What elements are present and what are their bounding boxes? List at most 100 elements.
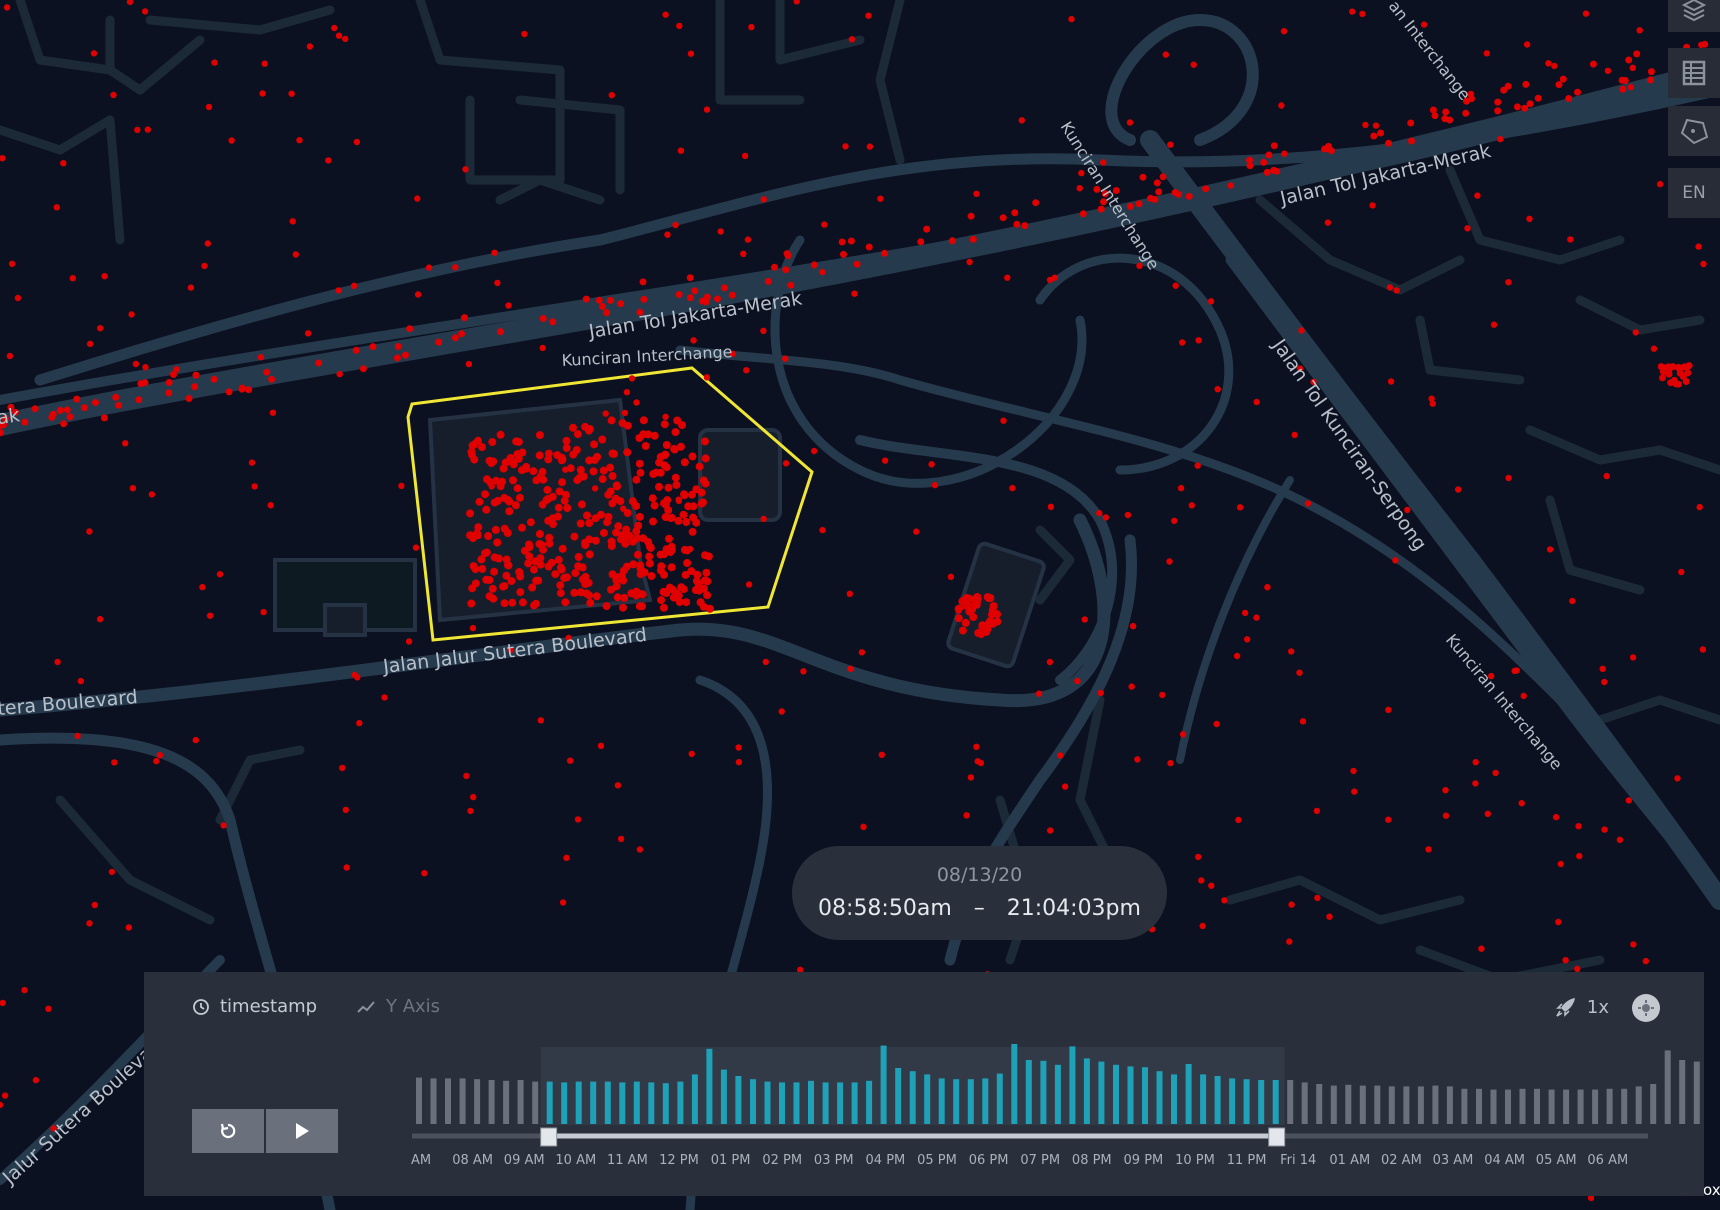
road-label-left-edge: ak <box>0 404 21 429</box>
time-tick-label: Fri 14 <box>1280 1153 1316 1168</box>
data-point <box>1372 122 1380 129</box>
data-point <box>1068 15 1075 23</box>
data-point <box>878 751 885 758</box>
data-point <box>865 243 873 251</box>
data-point <box>576 519 585 528</box>
data-point <box>1167 141 1174 148</box>
reset-playback-button[interactable] <box>192 1109 264 1153</box>
time-tick-label: 12 PM <box>659 1153 699 1168</box>
data-point <box>778 708 785 715</box>
data-point <box>331 24 338 32</box>
histogram-bar <box>1519 1088 1526 1124</box>
data-point <box>1159 691 1166 699</box>
data-point <box>1672 380 1680 388</box>
data-point <box>512 437 521 446</box>
data-point <box>1076 185 1083 192</box>
data-point <box>635 459 644 468</box>
histogram-bar <box>1505 1089 1511 1124</box>
polygon-draw-icon <box>1680 118 1709 145</box>
timeline-settings-button[interactable] <box>1632 994 1660 1022</box>
layers-button[interactable] <box>1668 0 1720 32</box>
histogram-bar <box>1621 1088 1628 1124</box>
data-point <box>1425 846 1432 853</box>
data-point <box>342 806 349 814</box>
data-point <box>589 467 598 476</box>
data-point <box>1000 417 1007 424</box>
data-point <box>539 475 548 484</box>
data-point <box>1179 731 1187 738</box>
data-point <box>350 282 358 289</box>
histogram-bar <box>648 1082 655 1124</box>
data-point <box>1264 584 1271 591</box>
y-axis-selector[interactable]: Y Axis <box>356 996 440 1017</box>
data-point <box>91 901 99 909</box>
data-point <box>31 405 39 413</box>
data-point <box>1633 50 1641 58</box>
data-point <box>1523 41 1531 48</box>
data-point <box>80 404 88 412</box>
data-point <box>1555 81 1563 89</box>
data-point <box>500 582 509 591</box>
data-point <box>518 598 527 607</box>
data-point <box>620 593 629 602</box>
data-point <box>412 544 420 551</box>
data-point <box>1700 260 1707 268</box>
data-point <box>967 774 975 781</box>
histogram-bar <box>1650 1084 1657 1124</box>
data-point <box>73 395 81 403</box>
data-point <box>201 262 208 270</box>
data-point <box>1171 517 1178 524</box>
data-point <box>614 522 623 531</box>
data-point <box>1472 780 1479 787</box>
data-point <box>1619 85 1627 93</box>
table-button[interactable] <box>1668 48 1720 98</box>
draw-polygon-button[interactable] <box>1668 106 1720 156</box>
data-point <box>675 291 683 298</box>
language-button[interactable]: EN <box>1668 168 1720 218</box>
data-point <box>509 460 518 469</box>
histogram-bar <box>837 1082 844 1124</box>
data-point <box>866 143 874 150</box>
histogram-bar <box>1345 1084 1352 1124</box>
data-point <box>1359 10 1366 18</box>
data-point <box>612 582 621 591</box>
data-point <box>1650 345 1658 352</box>
data-point <box>153 757 160 765</box>
data-point <box>1574 88 1581 96</box>
data-point <box>490 567 499 576</box>
time-tick-label: 11 AM <box>607 1153 648 1168</box>
data-point <box>1291 431 1298 439</box>
data-point <box>1464 225 1471 232</box>
data-point <box>993 617 1002 626</box>
data-point <box>471 565 480 574</box>
data-point <box>352 346 360 354</box>
data-point <box>591 485 599 492</box>
time-tick-label: 05 PM <box>917 1153 957 1168</box>
data-point <box>1324 219 1332 226</box>
data-point <box>1647 76 1655 84</box>
playback-speed-control[interactable]: 1x <box>1555 996 1609 1018</box>
data-point <box>496 430 505 439</box>
data-point <box>1603 472 1610 480</box>
data-point <box>628 497 637 506</box>
range-end-handle[interactable] <box>1268 1127 1286 1147</box>
data-point <box>569 450 578 459</box>
data-point <box>1299 718 1307 725</box>
data-point <box>86 340 94 347</box>
data-point <box>1153 179 1161 187</box>
data-point <box>662 11 669 18</box>
play-button[interactable] <box>266 1109 338 1153</box>
data-point <box>101 273 108 280</box>
data-point <box>494 554 503 563</box>
data-point <box>1349 8 1356 15</box>
data-point <box>351 671 358 679</box>
range-start-handle[interactable] <box>540 1127 558 1147</box>
data-point <box>1313 807 1321 815</box>
data-point <box>532 476 541 485</box>
data-point <box>1177 484 1185 492</box>
data-point <box>972 600 981 609</box>
data-point <box>1074 677 1081 685</box>
time-field-selector[interactable]: timestamp <box>192 996 317 1017</box>
data-point <box>592 592 601 601</box>
data-point <box>1362 121 1369 129</box>
